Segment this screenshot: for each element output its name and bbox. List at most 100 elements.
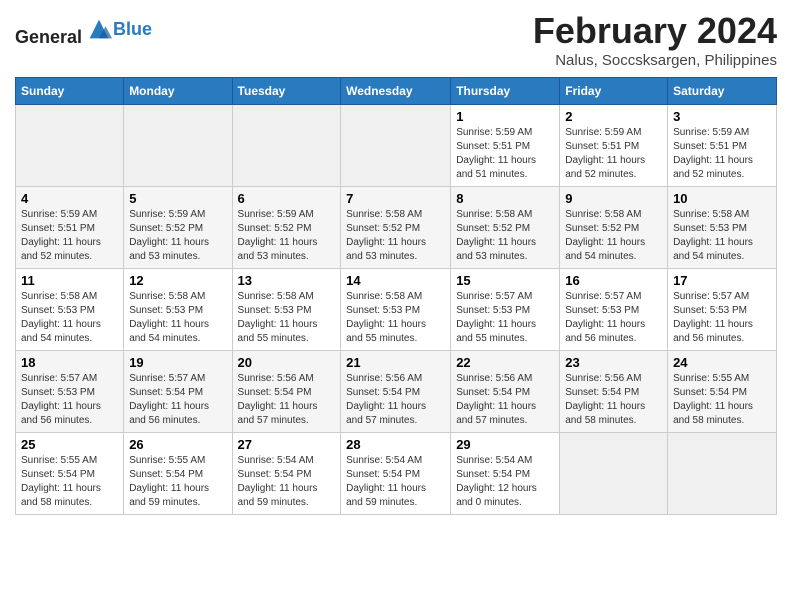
day-number: 22: [456, 355, 554, 370]
day-number: 3: [673, 109, 771, 124]
day-info: Sunrise: 5:55 AM Sunset: 5:54 PM Dayligh…: [673, 372, 771, 428]
calendar-cell: 4 Sunrise: 5:59 AM Sunset: 5:51 PM Daylig…: [16, 187, 124, 269]
day-number: 9: [565, 191, 662, 206]
subtitle: Nalus, Soccsksargen, Philippines: [533, 52, 777, 69]
day-number: 16: [565, 273, 662, 288]
day-info: Sunrise: 5:58 AM Sunset: 5:53 PM Dayligh…: [346, 290, 445, 346]
calendar-week-5: 25 Sunrise: 5:55 AM Sunset: 5:54 PM Dayli…: [16, 433, 777, 515]
calendar-cell: [232, 105, 341, 187]
day-info: Sunrise: 5:57 AM Sunset: 5:53 PM Dayligh…: [673, 290, 771, 346]
day-number: 29: [456, 437, 554, 452]
day-info: Sunrise: 5:57 AM Sunset: 5:53 PM Dayligh…: [456, 290, 554, 346]
calendar-cell: 13 Sunrise: 5:58 AM Sunset: 5:53 PM Dayli…: [232, 269, 341, 351]
calendar-cell: 27 Sunrise: 5:54 AM Sunset: 5:54 PM Dayli…: [232, 433, 341, 515]
day-info: Sunrise: 5:54 AM Sunset: 5:54 PM Dayligh…: [346, 454, 445, 510]
calendar-cell: 17 Sunrise: 5:57 AM Sunset: 5:53 PM Dayli…: [668, 269, 777, 351]
calendar-header-row: SundayMondayTuesdayWednesdayThursdayFrid…: [16, 78, 777, 105]
day-info: Sunrise: 5:55 AM Sunset: 5:54 PM Dayligh…: [21, 454, 118, 510]
day-info: Sunrise: 5:59 AM Sunset: 5:51 PM Dayligh…: [565, 126, 662, 182]
calendar-cell: 6Sunrise: 5:59 AM Sunset: 5:52 PM Daylig…: [232, 187, 341, 269]
calendar-cell: 10 Sunrise: 5:58 AM Sunset: 5:53 PM Dayli…: [668, 187, 777, 269]
calendar-cell: 23 Sunrise: 5:56 AM Sunset: 5:54 PM Dayli…: [560, 351, 668, 433]
calendar-cell: 26Sunrise: 5:55 AM Sunset: 5:54 PM Dayli…: [124, 433, 232, 515]
main-title: February 2024: [533, 10, 777, 52]
day-number: 2: [565, 109, 662, 124]
day-number: 18: [21, 355, 118, 370]
day-number: 1: [456, 109, 554, 124]
day-info: Sunrise: 5:58 AM Sunset: 5:53 PM Dayligh…: [238, 290, 336, 346]
calendar-cell: 8Sunrise: 5:58 AM Sunset: 5:52 PM Daylig…: [451, 187, 560, 269]
calendar-cell: 24 Sunrise: 5:55 AM Sunset: 5:54 PM Dayli…: [668, 351, 777, 433]
day-info: Sunrise: 5:59 AM Sunset: 5:52 PM Dayligh…: [129, 208, 226, 264]
day-info: Sunrise: 5:58 AM Sunset: 5:53 PM Dayligh…: [673, 208, 771, 264]
day-info: Sunrise: 5:59 AM Sunset: 5:51 PM Dayligh…: [456, 126, 554, 182]
calendar-table: SundayMondayTuesdayWednesdayThursdayFrid…: [15, 77, 777, 515]
day-number: 25: [21, 437, 118, 452]
day-number: 14: [346, 273, 445, 288]
day-number: 27: [238, 437, 336, 452]
day-number: 13: [238, 273, 336, 288]
header-thursday: Thursday: [451, 78, 560, 105]
day-number: 15: [456, 273, 554, 288]
day-info: Sunrise: 5:56 AM Sunset: 5:54 PM Dayligh…: [238, 372, 336, 428]
day-info: Sunrise: 5:57 AM Sunset: 5:53 PM Dayligh…: [21, 372, 118, 428]
day-number: 12: [129, 273, 226, 288]
header-sunday: Sunday: [16, 78, 124, 105]
header-friday: Friday: [560, 78, 668, 105]
calendar-cell: 19 Sunrise: 5:57 AM Sunset: 5:54 PM Dayli…: [124, 351, 232, 433]
day-info: Sunrise: 5:54 AM Sunset: 5:54 PM Dayligh…: [456, 454, 554, 510]
calendar-cell: [16, 105, 124, 187]
calendar-cell: 9Sunrise: 5:58 AM Sunset: 5:52 PM Daylig…: [560, 187, 668, 269]
day-info: Sunrise: 5:59 AM Sunset: 5:51 PM Dayligh…: [673, 126, 771, 182]
day-info: Sunrise: 5:58 AM Sunset: 5:53 PM Dayligh…: [129, 290, 226, 346]
calendar-cell: 14 Sunrise: 5:58 AM Sunset: 5:53 PM Dayli…: [341, 269, 451, 351]
calendar-cell: 5 Sunrise: 5:59 AM Sunset: 5:52 PM Daylig…: [124, 187, 232, 269]
calendar-cell: 20 Sunrise: 5:56 AM Sunset: 5:54 PM Dayli…: [232, 351, 341, 433]
day-info: Sunrise: 5:58 AM Sunset: 5:52 PM Dayligh…: [346, 208, 445, 264]
calendar-week-1: 1 Sunrise: 5:59 AM Sunset: 5:51 PM Daylig…: [16, 105, 777, 187]
logo-general: General: [15, 27, 82, 47]
calendar-cell: 28Sunrise: 5:54 AM Sunset: 5:54 PM Dayli…: [341, 433, 451, 515]
calendar-cell: [560, 433, 668, 515]
logo: General Blue: [15, 15, 152, 48]
header-monday: Monday: [124, 78, 232, 105]
day-info: Sunrise: 5:56 AM Sunset: 5:54 PM Dayligh…: [565, 372, 662, 428]
day-number: 20: [238, 355, 336, 370]
day-info: Sunrise: 5:59 AM Sunset: 5:51 PM Dayligh…: [21, 208, 118, 264]
day-info: Sunrise: 5:57 AM Sunset: 5:53 PM Dayligh…: [565, 290, 662, 346]
day-number: 7: [346, 191, 445, 206]
day-number: 10: [673, 191, 771, 206]
calendar-week-2: 4 Sunrise: 5:59 AM Sunset: 5:51 PM Daylig…: [16, 187, 777, 269]
day-number: 5: [129, 191, 226, 206]
calendar-cell: [341, 105, 451, 187]
calendar-cell: 15 Sunrise: 5:57 AM Sunset: 5:53 PM Dayli…: [451, 269, 560, 351]
calendar-cell: [124, 105, 232, 187]
day-number: 24: [673, 355, 771, 370]
day-info: Sunrise: 5:55 AM Sunset: 5:54 PM Dayligh…: [129, 454, 226, 510]
calendar-week-4: 18 Sunrise: 5:57 AM Sunset: 5:53 PM Dayli…: [16, 351, 777, 433]
day-info: Sunrise: 5:59 AM Sunset: 5:52 PM Dayligh…: [238, 208, 336, 264]
title-area: February 2024 Nalus, Soccsksargen, Phili…: [533, 10, 777, 69]
calendar-cell: 12 Sunrise: 5:58 AM Sunset: 5:53 PM Dayli…: [124, 269, 232, 351]
header-wednesday: Wednesday: [341, 78, 451, 105]
calendar-cell: 16 Sunrise: 5:57 AM Sunset: 5:53 PM Dayli…: [560, 269, 668, 351]
day-number: 17: [673, 273, 771, 288]
day-info: Sunrise: 5:58 AM Sunset: 5:52 PM Dayligh…: [456, 208, 554, 264]
day-number: 19: [129, 355, 226, 370]
header-saturday: Saturday: [668, 78, 777, 105]
day-number: 11: [21, 273, 118, 288]
calendar-cell: 11 Sunrise: 5:58 AM Sunset: 5:53 PM Dayli…: [16, 269, 124, 351]
calendar-cell: 22Sunrise: 5:56 AM Sunset: 5:54 PM Dayli…: [451, 351, 560, 433]
calendar-cell: 29 Sunrise: 5:54 AM Sunset: 5:54 PM Dayli…: [451, 433, 560, 515]
day-info: Sunrise: 5:54 AM Sunset: 5:54 PM Dayligh…: [238, 454, 336, 510]
day-info: Sunrise: 5:58 AM Sunset: 5:53 PM Dayligh…: [21, 290, 118, 346]
day-info: Sunrise: 5:57 AM Sunset: 5:54 PM Dayligh…: [129, 372, 226, 428]
calendar-cell: 21Sunrise: 5:56 AM Sunset: 5:54 PM Dayli…: [341, 351, 451, 433]
calendar-cell: 2 Sunrise: 5:59 AM Sunset: 5:51 PM Daylig…: [560, 105, 668, 187]
calendar-cell: 25 Sunrise: 5:55 AM Sunset: 5:54 PM Dayli…: [16, 433, 124, 515]
day-number: 4: [21, 191, 118, 206]
page-header: General Blue February 2024 Nalus, Soccsk…: [15, 10, 777, 69]
day-info: Sunrise: 5:56 AM Sunset: 5:54 PM Dayligh…: [346, 372, 445, 428]
calendar-cell: 3 Sunrise: 5:59 AM Sunset: 5:51 PM Daylig…: [668, 105, 777, 187]
day-number: 23: [565, 355, 662, 370]
